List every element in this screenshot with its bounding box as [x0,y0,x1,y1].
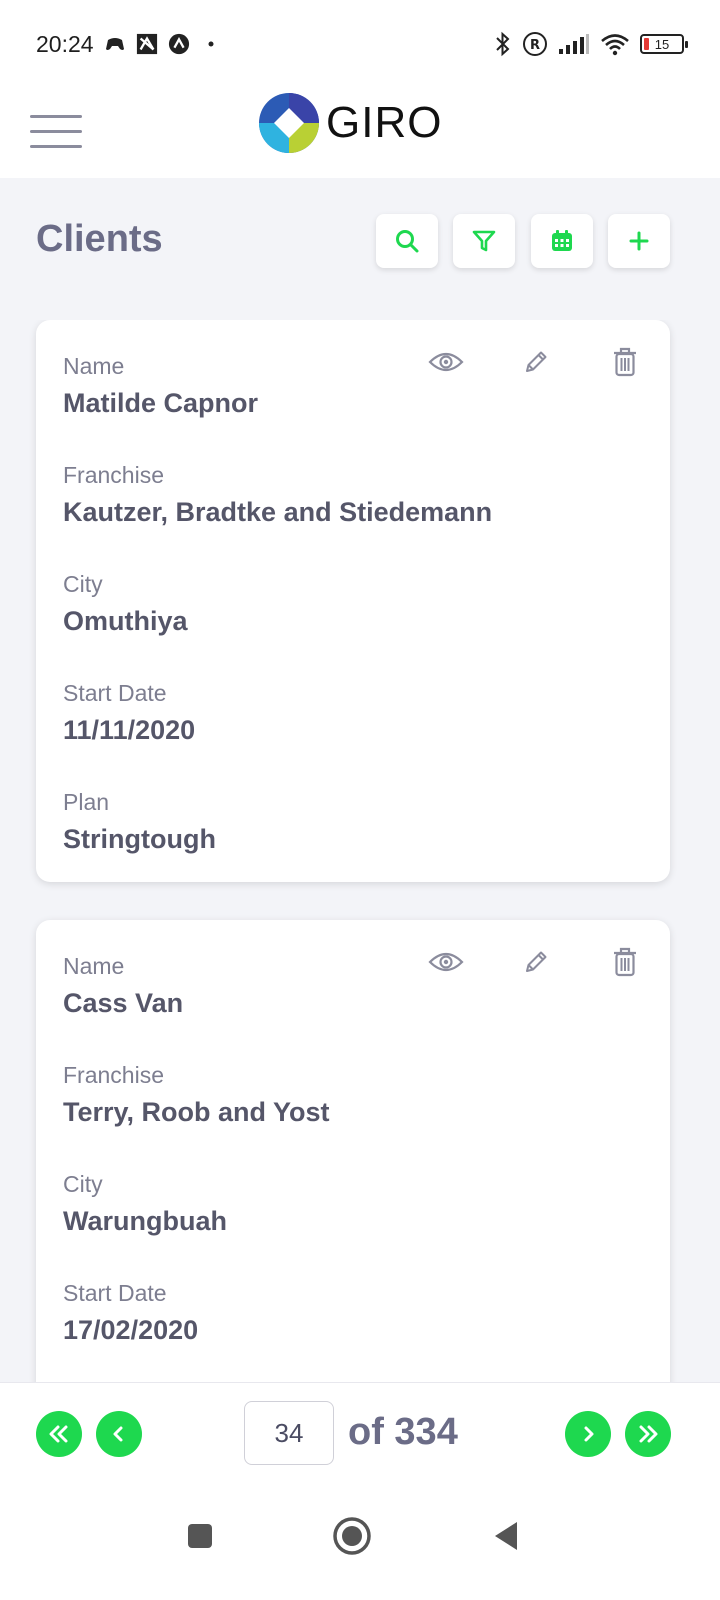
recents-button[interactable] [170,1506,230,1566]
edit-client-button[interactable] [516,342,556,382]
back-button[interactable] [476,1506,536,1566]
pagination-bar: of 334 [0,1382,720,1482]
field-label: Start Date [63,680,167,706]
search-icon [396,230,419,253]
last-page-button[interactable] [625,1411,671,1457]
trash-icon [614,947,636,977]
recents-icon [188,1524,212,1548]
double-chevron-left-icon [49,1425,68,1443]
view-client-button[interactable] [426,942,466,982]
field-label: Plan [63,789,110,815]
client-start-date: 17/02/2020 [63,1315,199,1345]
battery-icon: 15 [640,34,688,54]
field-label: City [63,1171,103,1197]
page-title: Clients [36,218,163,260]
giro-logo-icon [259,93,319,153]
registered-icon: R [522,31,548,57]
status-bar: 20:24 R 15 [0,0,720,88]
field-city: City Warungbuah [63,1170,227,1238]
home-icon [333,1517,371,1555]
svg-text:R: R [530,38,540,53]
field-label: Franchise [63,462,164,488]
field-city: City Omuthiya [63,570,188,638]
field-label: Start Date [63,1280,167,1306]
client-name: Cass Van [63,988,184,1018]
client-city: Omuthiya [63,606,188,636]
field-franchise: Franchise Terry, Roob and Yost [63,1061,330,1129]
plus-icon [629,231,649,251]
status-time: 20:24 [36,30,94,57]
signal-icon [558,33,590,55]
wifi-icon [600,32,630,56]
client-list: Name Matilde Capnor Franchise Kautzer, B… [0,320,720,1410]
field-start-date: Start Date 11/11/2020 [63,679,195,747]
eye-icon [428,952,464,972]
filter-button[interactable] [453,214,515,268]
delete-client-button[interactable] [605,942,645,982]
client-franchise: Terry, Roob and Yost [63,1097,330,1127]
pencil-icon [526,951,547,972]
add-client-button[interactable] [608,214,670,268]
battery-level: 15 [654,36,670,52]
client-start-date: 11/11/2020 [63,715,196,745]
back-icon [495,1522,517,1550]
client-franchise: Kautzer, Bradtke and Stiedemann [63,497,493,527]
delete-client-button[interactable] [605,342,645,382]
bluetooth-icon [494,31,512,57]
pencil-icon [526,351,547,372]
field-name: Name Matilde Capnor [63,352,258,420]
chevron-right-icon [584,1426,594,1442]
field-franchise: Franchise Kautzer, Bradtke and Stiedeman… [63,461,492,529]
field-label: Name [63,953,125,979]
client-card: Name Matilde Capnor Franchise Kautzer, B… [36,320,670,882]
logo-text: GIRO [326,98,443,147]
giro-logo: GIRO [258,92,442,154]
field-start-date: Start Date 17/02/2020 [63,1279,198,1347]
search-button[interactable] [376,214,438,268]
field-name: Name Cass Van [63,952,183,1020]
first-page-button[interactable] [36,1411,82,1457]
trash-icon [614,347,636,377]
field-label: Franchise [63,1062,164,1088]
next-page-button[interactable] [565,1411,611,1457]
eye-icon [428,352,464,372]
client-plan: Stringtough [63,824,216,854]
field-label: City [63,571,103,597]
previous-page-button[interactable] [96,1411,142,1457]
system-nav-bar [0,1482,720,1600]
app-badge-icon [168,33,190,55]
view-client-button[interactable] [426,342,466,382]
app-bar: GIRO [0,88,720,178]
field-label: Name [63,353,125,379]
calendar-button[interactable] [531,214,593,268]
chevron-left-icon [113,1426,123,1442]
field-plan: Plan Stringtough [63,788,216,856]
client-name: Matilde Capnor [63,388,259,418]
game-controller-icon [104,33,126,55]
menu-icon [30,114,82,118]
total-pages-text: of 334 [348,1411,458,1453]
calendar-icon [552,230,572,251]
title-row: Clients [0,178,720,298]
home-button[interactable] [322,1506,382,1566]
double-chevron-right-icon [639,1425,658,1443]
app-notification-icon [136,33,158,55]
dot-icon [200,33,222,55]
page-number-input[interactable] [244,1401,334,1465]
filter-icon [472,230,496,252]
hamburger-menu-button[interactable] [30,106,82,156]
client-city: Warungbuah [63,1206,227,1236]
client-card: Name Cass Van Franchise Terry, Roob and … [36,920,670,1410]
edit-client-button[interactable] [516,942,556,982]
